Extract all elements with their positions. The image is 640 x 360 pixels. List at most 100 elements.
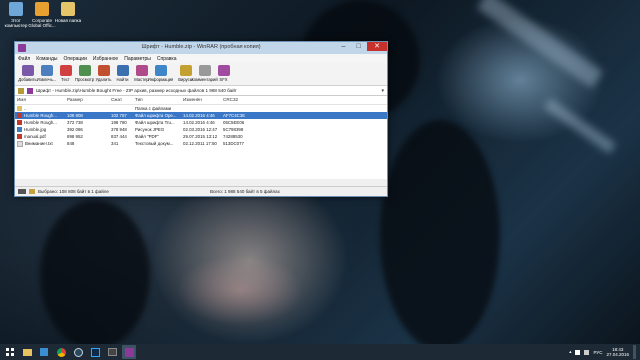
network-icon[interactable] bbox=[575, 349, 581, 355]
test-icon bbox=[59, 65, 72, 76]
desktop-icon-label: Новая папка bbox=[54, 18, 82, 23]
photoshop-icon[interactable] bbox=[88, 345, 102, 359]
menu-options[interactable]: Параметры bbox=[124, 56, 151, 62]
sfx-button[interactable]: SFX bbox=[214, 63, 233, 85]
column-name[interactable]: Имя bbox=[15, 96, 65, 104]
volume-icon[interactable] bbox=[584, 349, 590, 355]
file-name: Humble.jpg bbox=[24, 127, 47, 132]
maximize-button[interactable]: □ bbox=[352, 42, 365, 51]
file-type: Рисунок JPEG bbox=[135, 127, 165, 132]
find-button[interactable]: Найти bbox=[113, 63, 132, 85]
file-type: Файл шрифта Tru... bbox=[135, 120, 175, 125]
table-row[interactable]: Humble Rough... 108 808 102 787 Файл шри… bbox=[15, 112, 387, 119]
view-label: Просмотр bbox=[74, 77, 95, 82]
delete-label: Удалить bbox=[95, 77, 112, 82]
close-button[interactable]: ✕ bbox=[367, 42, 387, 51]
status-selected: Выбрано: 108 808 байт в 1 файле bbox=[38, 189, 109, 194]
chevron-down-icon[interactable]: ▾ bbox=[381, 88, 384, 94]
file-size: 108 808 bbox=[67, 113, 83, 118]
media-player-icon[interactable] bbox=[105, 345, 119, 359]
column-packed[interactable]: Сжат bbox=[109, 96, 133, 104]
file-name: Humble Rough... bbox=[24, 113, 57, 118]
view-icon bbox=[78, 65, 91, 76]
menu-favorites[interactable]: Избранное bbox=[93, 56, 118, 62]
info-button[interactable]: Информация bbox=[148, 63, 173, 85]
test-button[interactable]: Тест bbox=[56, 63, 75, 85]
chevron-up-icon[interactable]: ▴ bbox=[569, 349, 571, 355]
menu-commands[interactable]: Команды bbox=[36, 56, 57, 62]
wallpaper-light bbox=[543, 98, 617, 154]
steam-icon[interactable] bbox=[71, 345, 85, 359]
system-tray: ▴ РУС 18:43 27.04.2016 bbox=[569, 344, 636, 360]
column-crc32[interactable]: CRC32 bbox=[221, 96, 253, 104]
file-packed: 198 780 bbox=[111, 120, 127, 125]
column-type[interactable]: Тип bbox=[133, 96, 181, 104]
store-icon[interactable] bbox=[37, 345, 51, 359]
pdf-file-icon bbox=[17, 134, 22, 140]
comment-button[interactable]: Комментарий bbox=[191, 63, 218, 85]
file-modified: 02.12.2011 17:50 bbox=[183, 141, 217, 146]
path-bar[interactable]: Шрифт - Humble.zip\Humble Bought Free - … bbox=[15, 86, 387, 96]
file-name-cell: Humble.jpg bbox=[15, 126, 65, 133]
table-row[interactable]: Humble Rough... 372 738 198 780 Файл шри… bbox=[15, 119, 387, 126]
file-packed: 837 444 bbox=[111, 134, 127, 139]
delete-button[interactable]: Удалить bbox=[94, 63, 113, 85]
status-total: Всего: 1 988 540 байт в 5 файлах bbox=[210, 189, 280, 194]
file-crc: 05C5EE06 bbox=[223, 120, 245, 125]
text-file-icon bbox=[17, 140, 23, 147]
language-indicator[interactable]: РУС bbox=[593, 350, 602, 355]
desktop-icon-new-folder[interactable]: Новая папка bbox=[53, 2, 83, 23]
table-row[interactable]: Humble.jpg 392 086 378 948 Рисунок JPEG … bbox=[15, 126, 387, 133]
taskbar: ▴ РУС 18:43 27.04.2016 bbox=[0, 344, 640, 360]
computer-icon bbox=[9, 2, 23, 16]
add-label: Добавить bbox=[18, 77, 37, 82]
menu-file[interactable]: Файл bbox=[18, 56, 30, 62]
status-bar: Выбрано: 108 808 байт в 1 файле Всего: 1… bbox=[15, 186, 387, 196]
wallpaper-hair bbox=[380, 120, 500, 350]
add-icon bbox=[21, 65, 34, 76]
file-type: Папка с файлами bbox=[135, 106, 172, 111]
file-type: Файл шрифта Ope... bbox=[135, 113, 177, 118]
up-folder-icon[interactable] bbox=[18, 87, 24, 94]
drive-icon bbox=[18, 189, 26, 194]
file-list: .. Папка с файлами Humble Rough... 108 8… bbox=[15, 105, 387, 179]
file-name-cell: Humble Rough... bbox=[15, 112, 65, 119]
window-title: Шрифт - Humble.zip - WinRAR (пробная коп… bbox=[141, 44, 261, 50]
winrar-icon[interactable] bbox=[122, 345, 136, 359]
file-name: manual.pdf bbox=[24, 134, 46, 139]
view-button[interactable]: Просмотр bbox=[75, 63, 94, 85]
clock[interactable]: 18:43 27.04.2016 bbox=[606, 347, 629, 357]
file-modified: 02.03.2016 12:47 bbox=[183, 127, 218, 132]
file-size: 848 bbox=[67, 141, 75, 146]
table-row[interactable]: .. Папка с файлами bbox=[15, 105, 387, 112]
window-titlebar[interactable]: Шрифт - Humble.zip - WinRAR (пробная коп… bbox=[15, 42, 387, 54]
table-row[interactable]: manual.pdf 898 952 837 444 Файл "PDF" 29… bbox=[15, 133, 387, 140]
extract-label: Извлечь... bbox=[36, 77, 57, 82]
add-button[interactable]: Добавить bbox=[18, 63, 37, 85]
chrome-icon[interactable] bbox=[54, 345, 68, 359]
sfx-label: SFX bbox=[219, 77, 228, 82]
virus-icon bbox=[179, 65, 192, 76]
column-size[interactable]: Размер bbox=[65, 96, 109, 104]
file-explorer-icon[interactable] bbox=[20, 345, 34, 359]
extract-button[interactable]: Извлечь... bbox=[37, 63, 56, 85]
file-modified: 14.02.2016 4:46 bbox=[183, 120, 215, 125]
toolbar: Добавить Извлечь... Тест Просмотр Удалит… bbox=[15, 63, 387, 86]
archive-icon bbox=[27, 87, 33, 94]
wallpaper-hair bbox=[40, 200, 150, 350]
file-name-cell: .. bbox=[15, 105, 65, 112]
menu-operations[interactable]: Операции bbox=[63, 56, 86, 62]
winrar-window: Шрифт - Humble.zip - WinRAR (пробная коп… bbox=[14, 41, 388, 197]
menu-help[interactable]: Справка bbox=[157, 56, 177, 62]
find-icon bbox=[116, 65, 129, 76]
table-row[interactable]: Внимание!.txt 848 341 Текстовый докум...… bbox=[15, 140, 387, 147]
windows-start-icon[interactable] bbox=[3, 345, 17, 359]
minimize-button[interactable]: – bbox=[337, 42, 350, 51]
file-type: Файл "PDF" bbox=[135, 134, 159, 139]
file-name-cell: Humble Rough... bbox=[15, 119, 65, 126]
column-modified[interactable]: Изменён bbox=[181, 96, 221, 104]
path-text: Шрифт - Humble.zip\Humble Bought Free - … bbox=[36, 88, 237, 93]
font-file-icon bbox=[17, 113, 22, 119]
comment-icon bbox=[198, 65, 211, 76]
show-desktop-button[interactable] bbox=[633, 345, 636, 359]
